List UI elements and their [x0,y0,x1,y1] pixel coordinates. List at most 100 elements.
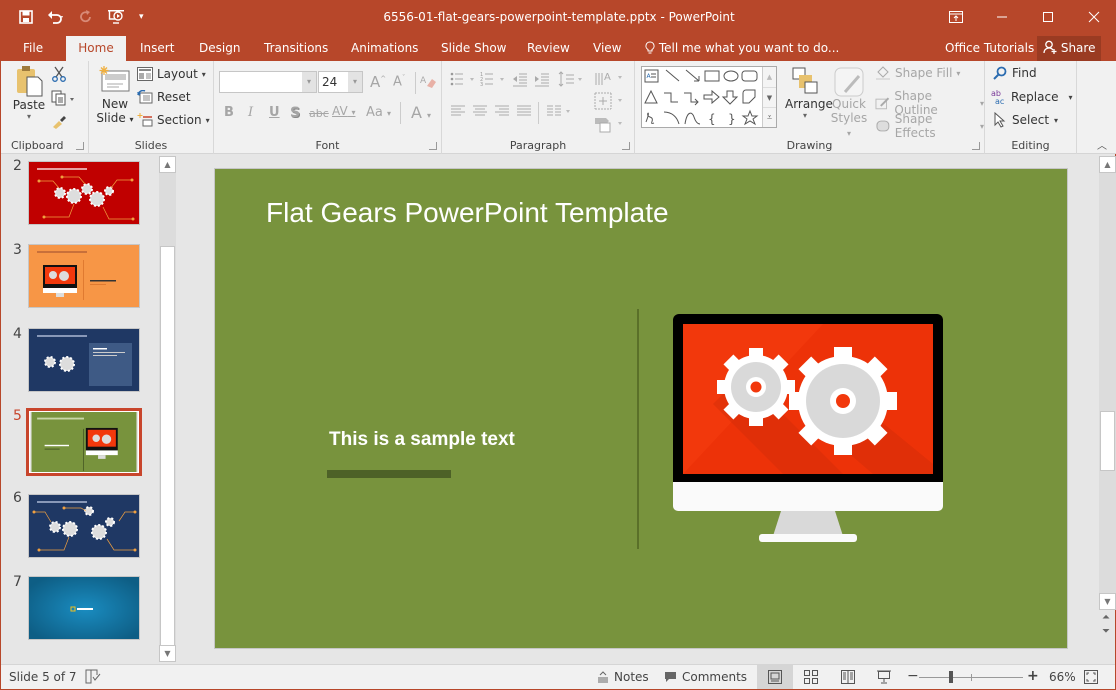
tell-me-search[interactable]: Tell me what you want to do... [645,36,839,61]
previous-slide-icon[interactable]: ⏶ [1102,612,1110,624]
slide-thumbnail-3[interactable] [28,244,140,308]
decrease-font-size-button[interactable]: Aˇ [393,74,405,89]
zoom-in-button[interactable]: + [1027,668,1039,684]
slide-show-button[interactable] [877,670,891,687]
zoom-out-button[interactable]: − [907,668,919,684]
maximize-icon[interactable] [1025,0,1071,34]
tab-slide-show[interactable]: Slide Show [431,36,516,61]
scrollbar-thumb[interactable] [1100,411,1115,471]
change-case-button[interactable]: Aa ▾ [366,105,391,120]
italic-button[interactable]: I [248,105,253,120]
slide-canvas[interactable]: Flat Gears PowerPoint Template This is a… [214,168,1068,649]
gallery-scroll-up[interactable]: ▲ [763,67,776,87]
font-dialog-launcher[interactable] [429,142,437,150]
scrollbar-thumb[interactable] [160,246,175,646]
slide-thumbnail-7[interactable] [28,576,140,640]
reading-view-button[interactable] [841,670,855,687]
font-name-dropdown[interactable]: ▾ [302,72,316,92]
tab-animations[interactable]: Animations [341,36,428,61]
underline-button[interactable]: U [269,105,280,120]
collapse-ribbon-icon[interactable]: ︿ [1097,137,1107,152]
font-size-dropdown[interactable]: ▾ [348,72,362,92]
columns-button[interactable] [546,105,576,120]
align-right-button[interactable] [494,105,510,120]
strikethrough-button[interactable]: abc [309,107,329,120]
select-button[interactable]: Select ▾ [993,112,1058,128]
layout-button[interactable]: Layout ▾ [137,67,206,81]
office-tutorials-account[interactable]: Office Tutorials [945,36,1034,61]
tab-transitions[interactable]: Transitions [254,36,338,61]
reset-button[interactable]: Reset [137,90,191,104]
fit-slide-button[interactable] [1084,670,1098,687]
font-size-combobox[interactable]: 24 ▾ [318,71,363,93]
slide-scrollbar[interactable]: ▲ ▼ [1099,156,1116,610]
slide-thumbnail-5[interactable] [26,408,142,476]
gallery-scroll-down[interactable]: ▼ [763,87,776,107]
line-spacing-button[interactable] [558,71,588,90]
zoom-slider-thumb[interactable] [949,671,954,683]
shape-effects-button[interactable]: Shape Effects ▾ [875,112,984,140]
paste-button[interactable]: Paste ▾ [9,65,49,121]
clear-formatting-icon[interactable]: A [420,73,436,92]
tab-home[interactable]: Home [66,36,126,61]
sample-text[interactable]: This is a sample text [329,429,515,451]
text-direction-button[interactable]: A [594,69,626,90]
increase-indent-button[interactable] [534,71,550,90]
justify-button[interactable] [516,105,532,120]
font-color-button[interactable]: A ▾ [411,103,431,122]
slide-thumbnail-2[interactable] [28,161,140,225]
monitor-gears-illustration[interactable] [673,314,949,544]
minimize-icon[interactable] [979,0,1025,34]
paragraph-dialog-launcher[interactable] [622,142,630,150]
align-text-button[interactable] [594,92,626,113]
spelling-check-icon[interactable] [85,669,101,687]
replace-button[interactable]: ab ac Replace ▾ [991,89,1072,105]
bullets-button[interactable] [450,71,480,90]
increase-font-size-button[interactable]: A^ [370,73,386,91]
gallery-more[interactable]: ⩡ [763,107,776,127]
next-slide-icon[interactable]: ⏷ [1102,626,1110,638]
scroll-up-button[interactable]: ▲ [159,156,176,173]
close-icon[interactable] [1071,0,1116,34]
zoom-level[interactable]: 66% [1049,670,1076,684]
character-spacing-button[interactable]: AV ▾ [332,104,356,118]
slide-sorter-button[interactable] [804,670,818,687]
ribbon-display-options-icon[interactable] [933,0,979,34]
new-slide-button[interactable]: New Slide ▾ [95,66,135,125]
normal-view-button[interactable] [757,665,793,689]
copy-icon[interactable] [51,90,77,109]
quick-styles-button[interactable]: Quick Styles ▾ [829,66,869,139]
drawing-dialog-launcher[interactable] [972,142,980,150]
arrange-button[interactable]: Arrange ▾ [785,66,833,120]
section-button[interactable]: Section ▾ [137,113,210,127]
shape-fill-button[interactable]: Shape Fill ▾ [875,66,960,80]
clipboard-dialog-launcher[interactable] [76,142,84,150]
notes-button[interactable]: Notes [597,670,649,684]
tab-view[interactable]: View [583,36,631,61]
align-center-button[interactable] [472,105,488,120]
tab-file[interactable]: File [13,36,53,61]
scroll-up-button[interactable]: ▲ [1099,156,1116,173]
format-painter-icon[interactable] [51,113,67,132]
scroll-down-button[interactable]: ▼ [159,645,176,662]
slide-thumbnail-4[interactable] [28,328,140,392]
decrease-indent-button[interactable] [512,71,528,90]
find-button[interactable]: Find [993,66,1037,80]
tab-insert[interactable]: Insert [130,36,184,61]
align-left-button[interactable] [450,105,466,120]
numbering-button[interactable]: 123 [480,71,510,90]
cut-icon[interactable] [51,66,67,85]
share-button[interactable]: Share [1037,36,1101,61]
bold-button[interactable]: B [224,105,234,120]
shapes-gallery[interactable]: A { } ▲ ▼ ⩡ [641,66,777,128]
convert-to-smartart-button[interactable] [594,115,626,136]
font-name-combobox[interactable]: ▾ [219,71,317,93]
text-shadow-button[interactable]: S [290,105,300,121]
thumbnails-scrollbar[interactable]: ▲ ▼ [159,156,176,662]
tab-design[interactable]: Design [189,36,250,61]
tab-review[interactable]: Review [517,36,580,61]
comments-button[interactable]: Comments [664,670,747,684]
slide-thumbnail-6[interactable] [28,494,140,558]
scroll-down-button[interactable]: ▼ [1099,593,1116,610]
slide-title[interactable]: Flat Gears PowerPoint Template [266,197,669,229]
